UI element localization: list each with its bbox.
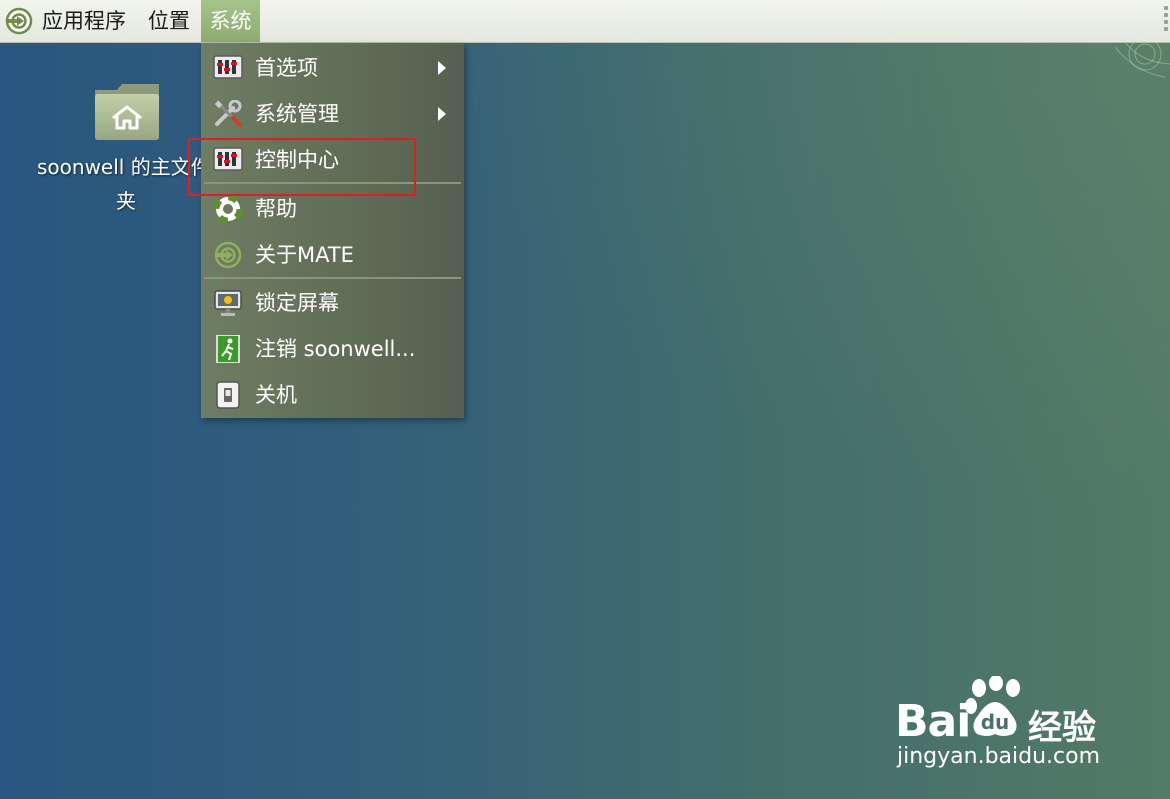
- home-folder-label-line2: 夹: [116, 189, 136, 213]
- home-folder-icon[interactable]: [93, 80, 161, 142]
- menu-item-administration-label: 系统管理: [255, 102, 339, 126]
- menu-item-lock-screen-label: 锁定屏幕: [255, 291, 339, 315]
- menu-item-lock-screen[interactable]: 锁定屏幕: [201, 280, 464, 326]
- places-menu[interactable]: 位置: [148, 0, 190, 42]
- menu-item-logout[interactable]: 注销 soonwell...: [201, 326, 464, 372]
- menu-item-about-mate-label: 关于MATE: [255, 243, 354, 267]
- applications-menu[interactable]: 应用程序: [42, 0, 126, 42]
- lock-screen-icon: [214, 290, 242, 316]
- system-menu[interactable]: 系统: [201, 0, 260, 42]
- menu-item-shutdown-label: 关机: [255, 383, 297, 407]
- mate-logo-icon[interactable]: [4, 7, 34, 35]
- help-lifebuoy-icon: [213, 195, 243, 223]
- shutdown-icon: [216, 381, 240, 409]
- menu-item-shutdown[interactable]: 关机: [201, 372, 464, 418]
- menu-item-about-mate[interactable]: 关于MATE: [201, 232, 464, 278]
- top-panel: 应用程序 位置 系统: [0, 0, 1170, 43]
- system-dropdown-menu: 首选项 系统管理 控制中心 帮助 关于MATE 锁定屏幕 注销 soonwell…: [201, 43, 464, 418]
- baidu-paw-icon: du: [965, 676, 1020, 736]
- panel-drag-handle[interactable]: [1164, 6, 1168, 36]
- watermark-brand-suffix: 经验: [1028, 708, 1096, 748]
- menu-item-preferences-label: 首选项: [255, 56, 318, 80]
- menu-item-preferences[interactable]: 首选项: [201, 45, 464, 91]
- logout-exit-icon: [216, 335, 240, 363]
- submenu-arrow-icon: [438, 107, 446, 121]
- watermark-brand-text: Bai: [895, 696, 971, 747]
- svg-text:du: du: [981, 710, 1010, 734]
- watermark-url: jingyan.baidu.com: [897, 744, 1101, 769]
- menu-separator: [204, 277, 461, 279]
- preferences-icon: [213, 55, 243, 79]
- menu-item-logout-label: 注销 soonwell...: [255, 337, 416, 361]
- desktop: 应用程序 位置 系统 soonwell 的主文件 夹 首选项 系统管理 控制中心…: [0, 0, 1170, 799]
- administration-tools-icon: [214, 100, 242, 127]
- mate-logo-icon: [214, 241, 242, 269]
- wallpaper-ornament-icon: [1114, 42, 1170, 78]
- highlight-annotation-box: [188, 138, 416, 196]
- baidu-watermark: Bai du 经验 jingyan.baidu.com: [895, 676, 1125, 776]
- menu-item-administration[interactable]: 系统管理: [201, 91, 464, 137]
- submenu-arrow-icon: [438, 61, 446, 75]
- home-folder-label-line1: soonwell 的主文件: [37, 155, 211, 179]
